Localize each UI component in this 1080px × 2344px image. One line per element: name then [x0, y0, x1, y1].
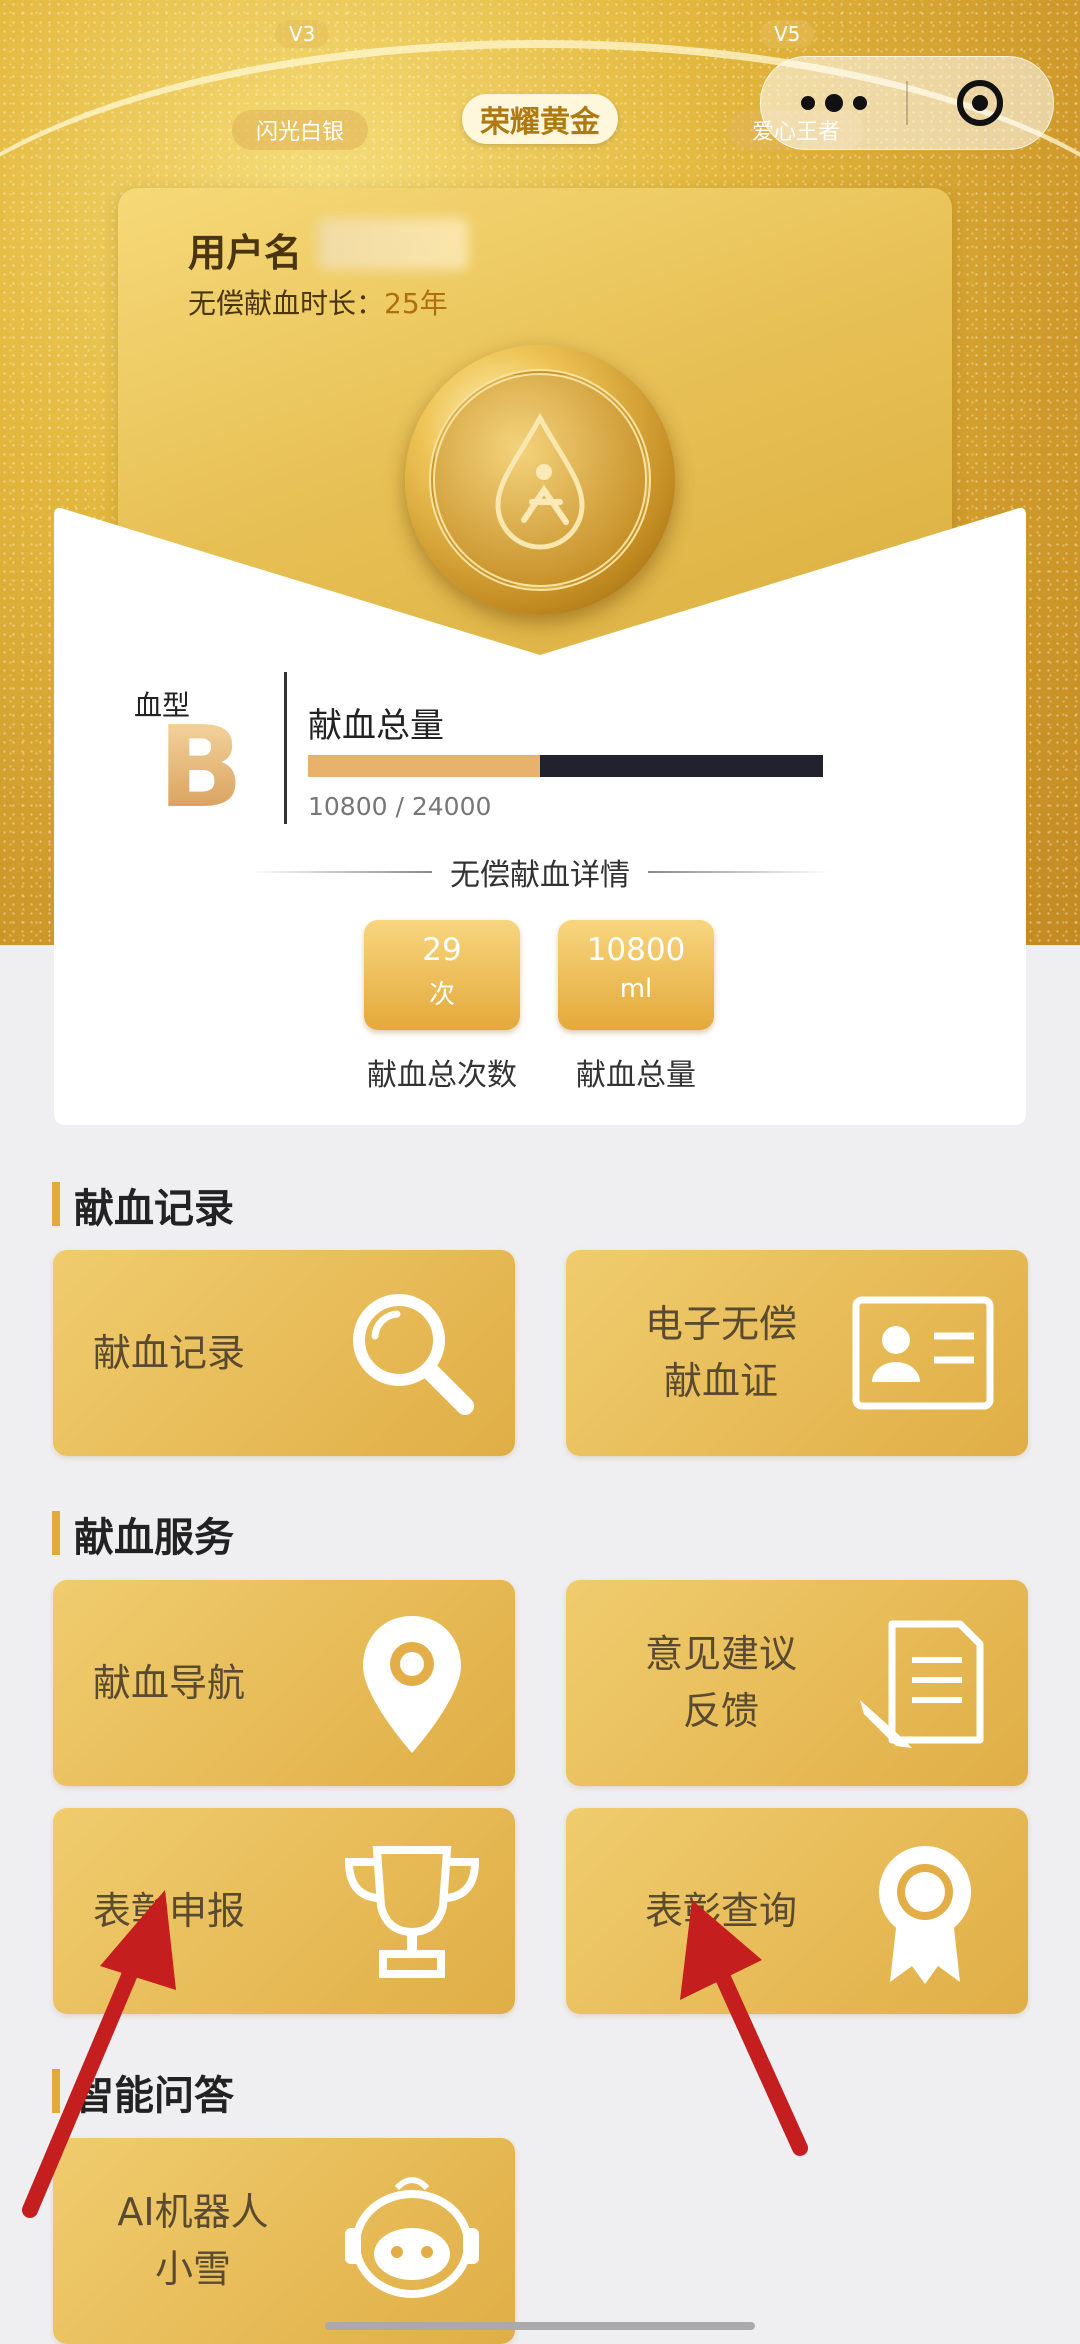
- total-volume-title: 献血总量: [308, 706, 444, 746]
- duration-value: 25年: [384, 287, 448, 320]
- tile-label: 献血记录: [93, 1330, 246, 1375]
- stat-count-label: 献血总次数: [367, 1058, 517, 1093]
- trophy-icon: [344, 1846, 480, 1978]
- tile-label: 意见建议 反馈: [644, 1632, 797, 1733]
- divider: [250, 871, 432, 873]
- detail-title: 无偿献血详情: [450, 858, 630, 893]
- volume-progress-fill: [308, 755, 540, 777]
- level-code-v5: V5: [760, 20, 815, 48]
- detail-header: 无偿献血详情: [250, 850, 830, 894]
- more-options-icon[interactable]: [761, 94, 906, 112]
- home-indicator: [325, 2322, 755, 2330]
- tile-feedback[interactable]: 意见建议 反馈: [566, 1580, 1028, 1786]
- divider: [648, 871, 830, 873]
- volume-progress-bar: [308, 755, 823, 777]
- location-pin-icon: [363, 1616, 461, 1753]
- stat-count-box: 29 次: [364, 920, 520, 1030]
- id-card-icon: [852, 1296, 994, 1410]
- tile-e-certificate[interactable]: 电子无偿 献血证: [566, 1250, 1028, 1456]
- tile-donation-records[interactable]: 献血记录: [53, 1250, 515, 1456]
- stat-volume-unit: ml: [619, 974, 653, 1004]
- magnifier-icon: [353, 1294, 474, 1415]
- donation-duration: 无偿献血时长：25年: [188, 282, 448, 322]
- stat-volume-box: 10800 ml: [558, 920, 714, 1030]
- red-arrow-annotation-left: [22, 1890, 176, 2218]
- tile-label: 电子无偿 献血证: [644, 1302, 797, 1403]
- volume-progress-text: 10800 / 24000: [308, 792, 492, 821]
- level-name-silver[interactable]: 闪光白银: [232, 110, 369, 150]
- section-title-records: 献血记录: [52, 1176, 234, 1234]
- gold-medal-icon: [405, 345, 675, 615]
- robot-icon: [345, 2177, 479, 2298]
- duration-label: 无偿献血时长：: [188, 287, 385, 320]
- close-miniprogram-icon[interactable]: [908, 80, 1053, 126]
- username-redacted: [318, 218, 468, 270]
- red-arrow-annotation-right: [680, 1900, 808, 2156]
- award-ribbon-icon: [879, 1846, 971, 1984]
- tile-label: 献血导航: [93, 1660, 246, 1705]
- tile-navigation[interactable]: 献血导航: [53, 1580, 515, 1786]
- current-level-badge: 荣耀黄金: [462, 94, 618, 144]
- stat-count-unit: 次: [428, 980, 455, 1010]
- divider: [284, 672, 287, 824]
- stat-volume-value: 10800: [586, 932, 686, 968]
- username-label: 用户名: [188, 231, 303, 275]
- stat-volume-label: 献血总量: [576, 1058, 696, 1093]
- stat-count-value: 29: [422, 932, 462, 968]
- section-title-services: 献血服务: [52, 1505, 234, 1563]
- blood-type-value: B: [158, 703, 244, 833]
- level-code-v3: V3: [275, 20, 330, 48]
- miniprogram-capsule: [760, 56, 1054, 150]
- document-pen-icon: [860, 1620, 984, 1748]
